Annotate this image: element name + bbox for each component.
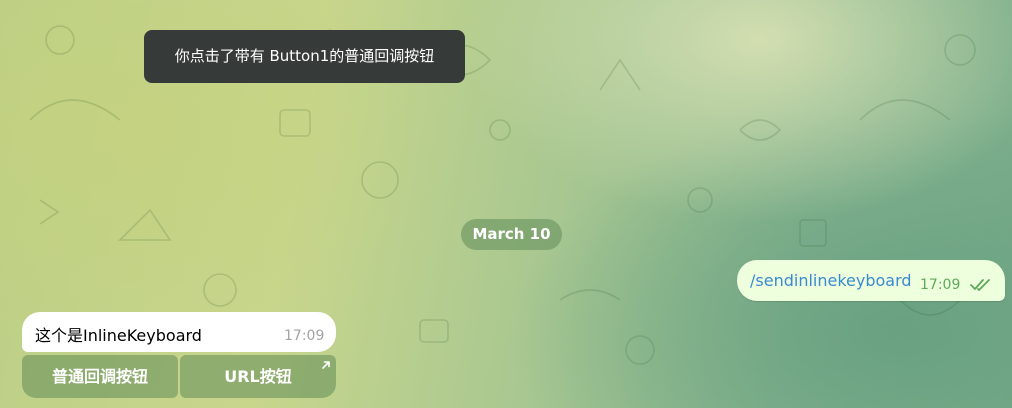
inline-callback-button[interactable]: 普通回调按钮 — [22, 355, 178, 398]
message-text: 这个是InlineKeyboard — [35, 326, 202, 345]
outgoing-message-bubble[interactable]: /sendinlinekeyboard 17:09 — [737, 260, 1005, 301]
bot-command-link[interactable]: /sendinlinekeyboard — [750, 271, 912, 290]
toast-text: 你点击了带有 Button1的普通回调按钮 — [174, 47, 435, 65]
external-link-arrow-icon — [322, 361, 330, 369]
inline-button-label: 普通回调按钮 — [51, 367, 148, 386]
inline-button-label: URL按钮 — [224, 367, 292, 386]
message-time: 17:09 — [920, 277, 961, 293]
double-check-icon — [970, 279, 990, 291]
callback-toast-notification: 你点击了带有 Button1的普通回调按钮 — [144, 30, 465, 83]
message-time: 17:09 — [284, 328, 325, 344]
inline-url-button[interactable]: URL按钮 — [180, 355, 336, 398]
incoming-message-bubble[interactable]: 这个是InlineKeyboard 17:09 — [22, 312, 336, 352]
date-text: March 10 — [472, 225, 551, 243]
date-separator-badge: March 10 — [461, 219, 562, 250]
